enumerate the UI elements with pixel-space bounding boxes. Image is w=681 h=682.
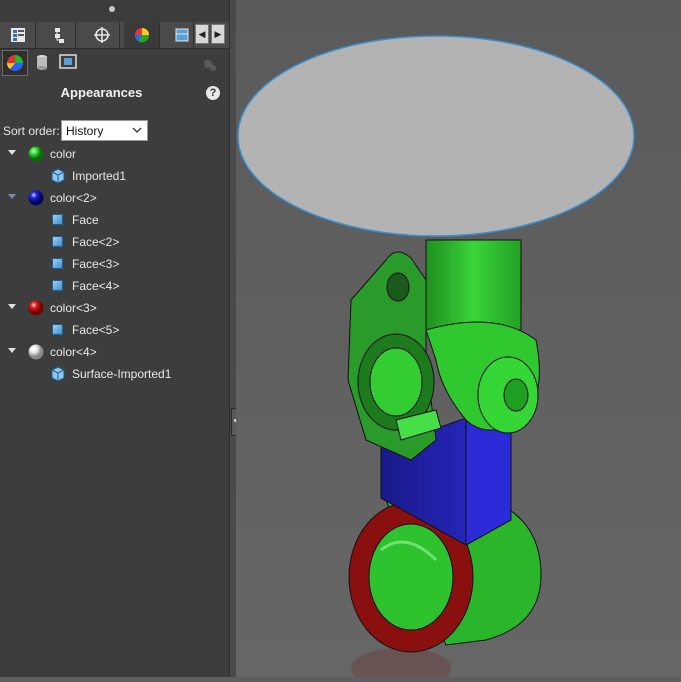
panel-splitter[interactable] xyxy=(229,0,240,677)
manager-tabs: ◀ ▶ xyxy=(0,22,229,49)
tab-property-manager[interactable] xyxy=(40,22,76,48)
panel-heading: Appearances xyxy=(60,85,143,100)
scenes-icon xyxy=(59,54,77,69)
appearance-subtools xyxy=(0,48,229,78)
tree-item-label: Face<4> xyxy=(72,279,120,293)
appearances-tab[interactable] xyxy=(2,50,28,76)
tab-display-manager[interactable] xyxy=(124,22,160,48)
part-icon xyxy=(51,168,65,184)
panel-top-bar xyxy=(0,0,229,20)
tree-item-label: Imported1 xyxy=(72,169,127,183)
tree-item-label: color<4> xyxy=(50,345,97,359)
tree-item-label: Face<5> xyxy=(72,323,120,337)
tree-item-label: color<3> xyxy=(50,301,97,315)
tree-item-label: color<2> xyxy=(50,191,97,205)
settings-disabled-icon xyxy=(204,60,216,71)
help-icon[interactable]: ? xyxy=(206,86,220,100)
decals-icon xyxy=(37,55,47,70)
blue-ball-icon xyxy=(28,190,44,206)
expand-arrow-icon[interactable] xyxy=(8,150,16,155)
tab-cam[interactable] xyxy=(164,22,194,48)
face-icon xyxy=(52,258,63,269)
cam-icon xyxy=(175,28,189,42)
tree-item-label: Face<2> xyxy=(72,235,120,249)
tree-item-label: color xyxy=(50,147,77,161)
tree-item-label: Face xyxy=(72,213,99,227)
tabs-scroll-left-button[interactable]: ◀ xyxy=(195,24,209,44)
surface-disk[interactable] xyxy=(237,35,635,237)
tab-configuration-manager[interactable] xyxy=(84,22,120,48)
appearances-panel: ◀ ▶ Appearances ? Sort order: History co… xyxy=(0,0,229,677)
green-ball-icon xyxy=(28,146,44,162)
tree-item-label: Face<3> xyxy=(72,257,120,271)
part-icon xyxy=(51,366,65,382)
scenes-tab[interactable] xyxy=(56,50,82,76)
ring-bore xyxy=(368,523,454,631)
sort-order-label: Sort order: xyxy=(3,124,60,138)
feature-manager-icon xyxy=(11,28,25,42)
face-icon xyxy=(52,236,63,247)
graphics-viewport[interactable] xyxy=(236,0,681,682)
expand-arrow-icon[interactable] xyxy=(8,304,16,309)
expand-arrow-icon[interactable] xyxy=(8,348,16,353)
expand-arrow-icon[interactable] xyxy=(8,194,16,199)
face-icon xyxy=(52,324,63,335)
tree-item-label: Surface-Imported1 xyxy=(72,367,172,381)
configuration-manager-icon xyxy=(94,27,110,43)
model-view[interactable] xyxy=(236,0,681,682)
white-ball-icon xyxy=(28,344,44,360)
sort-order-value: History xyxy=(66,124,104,138)
face-icon xyxy=(52,280,63,291)
tab-feature-manager[interactable] xyxy=(0,22,36,48)
property-manager-icon xyxy=(55,28,64,43)
sort-order-select[interactable]: History xyxy=(61,120,148,141)
face-icon xyxy=(52,214,63,225)
tabs-scroll-right-button[interactable]: ▶ xyxy=(211,24,225,44)
red-ball-icon xyxy=(28,300,44,316)
collapse-grip-icon[interactable] xyxy=(109,6,115,12)
decals-tab[interactable] xyxy=(30,50,56,76)
display-manager-icon xyxy=(134,28,150,43)
appearances-icon xyxy=(7,55,23,71)
chevron-down-icon xyxy=(132,127,142,133)
